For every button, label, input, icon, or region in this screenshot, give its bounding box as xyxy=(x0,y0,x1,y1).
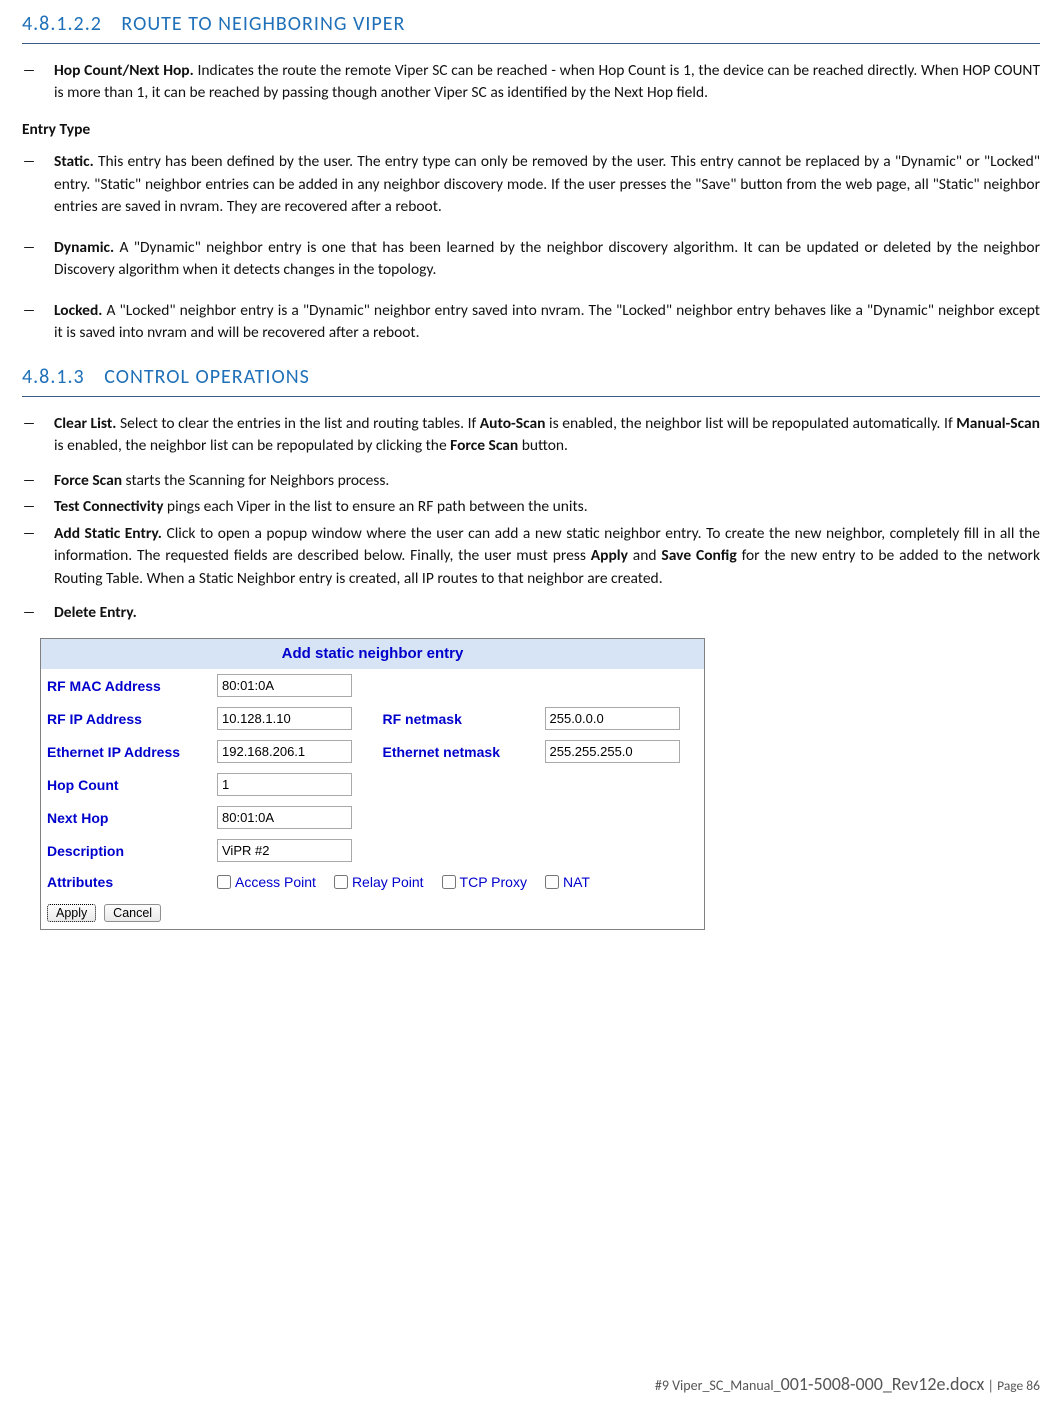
list-item: Test Connectivity pings each Viper in th… xyxy=(22,496,1040,518)
list-item: Locked. A "Locked" neighbor entry is a "… xyxy=(22,300,1040,345)
access-point-checkbox[interactable] xyxy=(217,875,231,889)
page-footer: #9 Viper_SC_Manual_001-5008-000_Rev12e.d… xyxy=(655,1371,1040,1397)
list-item: Force Scan starts the Scanning for Neigh… xyxy=(22,470,1040,492)
description-label: Description xyxy=(41,834,211,867)
footer-prefix: #9 Viper_SC_Manual_ xyxy=(655,1377,781,1394)
relay-point-label: Relay Point xyxy=(352,872,424,892)
item-bold: Save Config xyxy=(661,546,736,565)
item-bold: Manual-Scan xyxy=(956,414,1040,433)
item-text: button. xyxy=(518,436,568,455)
list-item: Hop Count/Next Hop. Indicates the route … xyxy=(22,60,1040,105)
eth-netmask-label: Ethernet netmask xyxy=(377,735,539,768)
footer-filename: 001-5008-000_Rev12e.docx xyxy=(781,1373,985,1395)
relay-point-checkbox[interactable] xyxy=(334,875,348,889)
next-hop-label: Next Hop xyxy=(41,801,211,834)
next-hop-input[interactable] xyxy=(217,806,352,829)
nat-option[interactable]: NAT xyxy=(545,872,590,892)
list-item: Delete Entry. xyxy=(22,602,1040,624)
eth-netmask-input[interactable] xyxy=(545,740,680,763)
item-text: Indicates the route the remote Viper SC … xyxy=(54,61,1040,102)
rf-ip-label: RF IP Address xyxy=(41,702,211,735)
item-bold: Force Scan xyxy=(450,436,518,455)
item-text: is enabled, the neighbor list can be rep… xyxy=(54,436,450,455)
footer-sep: | xyxy=(984,1377,997,1394)
section-title: CONTROL OPERATIONS xyxy=(104,365,310,389)
footer-page: Page 86 xyxy=(997,1377,1040,1394)
item-text: pings each Viper in the list to ensure a… xyxy=(163,497,587,516)
item-label: Clear List. xyxy=(54,414,116,433)
section-number: 4.8.1.3 xyxy=(22,365,85,389)
rf-mac-input[interactable] xyxy=(217,674,352,697)
item-label: Force Scan xyxy=(54,471,122,490)
section-heading-4-8-1-2-2: 4.8.1.2.2 ROUTE TO NEIGHBORING VIPER xyxy=(22,10,1040,44)
list-item: Dynamic. A "Dynamic" neighbor entry is o… xyxy=(22,237,1040,282)
item-text: Select to clear the entries in the list … xyxy=(120,414,480,433)
item-text: This entry has been defined by the user.… xyxy=(54,152,1040,216)
rf-ip-input[interactable] xyxy=(217,707,352,730)
item-label: Test Connectivity xyxy=(54,497,163,516)
item-label: Hop Count/Next Hop. xyxy=(54,61,194,80)
item-bold: Apply xyxy=(591,546,628,565)
hop-count-input[interactable] xyxy=(217,773,352,796)
list-item: Static. This entry has been defined by t… xyxy=(22,151,1040,218)
item-label: Locked. xyxy=(54,301,102,320)
attributes-line: Access Point Relay Point TCP Proxy NAT xyxy=(217,872,698,892)
item-text: is enabled, the neighbor list will be re… xyxy=(545,414,956,433)
section-number: 4.8.1.2.2 xyxy=(22,12,102,36)
item-label: Dynamic. xyxy=(54,238,114,257)
tcp-proxy-checkbox[interactable] xyxy=(442,875,456,889)
rf-mac-label: RF MAC Address xyxy=(41,669,211,702)
section-title: ROUTE TO NEIGHBORING VIPER xyxy=(121,12,405,36)
description-input[interactable] xyxy=(217,839,352,862)
access-point-label: Access Point xyxy=(235,872,316,892)
nat-checkbox[interactable] xyxy=(545,875,559,889)
relay-point-option[interactable]: Relay Point xyxy=(334,872,424,892)
tcp-proxy-option[interactable]: TCP Proxy xyxy=(442,872,527,892)
section-heading-4-8-1-3: 4.8.1.3 CONTROL OPERATIONS xyxy=(22,363,1040,397)
nat-label: NAT xyxy=(563,872,590,892)
item-label: Delete Entry. xyxy=(54,603,137,622)
dialog-title: Add static neighbor entry xyxy=(41,639,704,669)
item-text: A "Dynamic" neighbor entry is one that h… xyxy=(54,238,1040,279)
item-text: A "Locked" neighbor entry is a "Dynamic"… xyxy=(54,301,1040,342)
access-point-option[interactable]: Access Point xyxy=(217,872,316,892)
eth-ip-input[interactable] xyxy=(217,740,352,763)
rf-netmask-label: RF netmask xyxy=(377,702,539,735)
hop-count-label: Hop Count xyxy=(41,768,211,801)
item-label: Static. xyxy=(54,152,94,171)
tcp-proxy-label: TCP Proxy xyxy=(460,872,527,892)
item-bold: Auto-Scan xyxy=(480,414,546,433)
apply-button[interactable]: Apply xyxy=(47,904,96,922)
item-label: Add Static Entry. xyxy=(54,524,162,543)
list-item: Clear List. Select to clear the entries … xyxy=(22,413,1040,458)
add-static-neighbor-dialog: Add static neighbor entry RF MAC Address… xyxy=(40,638,705,929)
entry-type-label: Entry Type xyxy=(22,119,1040,141)
item-text: and xyxy=(628,546,661,565)
attributes-label: Attributes xyxy=(41,867,211,897)
list-item: Add Static Entry. Click to open a popup … xyxy=(22,523,1040,590)
eth-ip-label: Ethernet IP Address xyxy=(41,735,211,768)
rf-netmask-input[interactable] xyxy=(545,707,680,730)
item-text: starts the Scanning for Neighbors proces… xyxy=(122,471,389,490)
cancel-button[interactable]: Cancel xyxy=(104,904,161,922)
